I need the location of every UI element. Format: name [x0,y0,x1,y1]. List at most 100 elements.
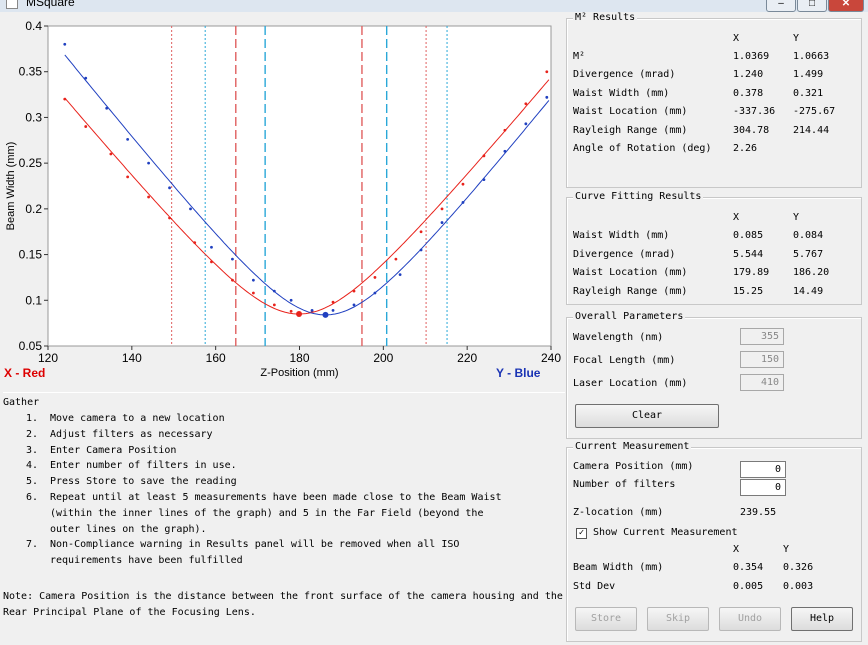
curve-fit-row-label: Divergence (mrad) [573,248,676,260]
instruction-item: 2. Adjust filters as necessary [26,429,213,440]
skip-button[interactable]: Skip [647,607,709,631]
data-point [189,207,192,211]
instruction-text: Press Store to save the reading [50,476,237,488]
camera-position-label: Camera Position (mm) [573,461,694,472]
instruction-number: 2. [26,428,39,440]
laser-location-input[interactable]: 410 [740,374,784,391]
cf-col-x: X [733,212,740,223]
minimize-button[interactable]: – [766,0,796,12]
curve-fit-row-x: 5.544 [733,248,764,260]
y-tick-label: 0.05 [19,339,43,353]
clear-button[interactable]: Clear [575,404,719,428]
plot-area [47,25,552,347]
m2-results-title: M² Results [573,12,638,23]
data-point [193,241,197,245]
m2-results-row-y: 1.0663 [793,51,830,62]
instruction-item: 5. Press Store to save the reading [26,476,237,487]
data-point [168,186,171,190]
x-tick-label: 220 [457,351,477,365]
m2-results-row-label: Rayleigh Range (mm) [573,124,688,136]
x-tick-label: 120 [38,351,58,365]
y-axis-label: Beam Width (mm) [5,142,17,231]
std-dev-label: Std Dev [573,581,616,592]
m2-results-row-y: -275.67 [793,106,836,118]
show-current-checkbox[interactable]: ✓ [576,528,587,539]
data-point [231,278,234,282]
data-point [331,308,335,312]
data-point [545,95,549,99]
y-tick-label: 0.35 [19,65,43,79]
close-button[interactable]: ✕ [828,0,864,12]
data-point [251,291,255,295]
window-title: MSquare [26,0,75,9]
m2-col-x: X [733,33,740,44]
help-button[interactable]: Help [791,607,853,631]
data-point [109,152,113,156]
focal-length-input[interactable]: 150 [740,351,784,368]
data-point [419,230,423,234]
instruction-number: 3. [26,444,39,456]
wavelength-label: Wavelength (nm) [573,332,664,343]
store-button[interactable]: Store [575,607,637,631]
data-point [289,298,293,302]
y-tick-label: 0.3 [25,110,42,124]
instruction-item: requirements have been fulfilled [26,555,243,566]
instruction-text: Non-Compliance warning in Results panel … [50,539,460,551]
beam-width-label: Beam Width (mm) [573,562,664,573]
m2-results-row-x: 1.240 [733,69,764,81]
show-current-label[interactable]: Show Current Measurement [593,527,738,538]
overall-parameters-panel: Overall Parameters Wavelength (nm) 355 F… [566,311,862,439]
data-point [84,76,88,80]
title-bar: MSquare – □ ✕ [0,0,868,12]
curve-fit-row-y: 186.20 [793,267,830,279]
data-point [419,248,423,252]
data-point [84,125,88,128]
y-tick-label: 0.15 [19,248,43,262]
data-point [147,161,151,165]
camera-position-input[interactable]: 0 [740,461,786,478]
m2-results-row-y: 0.321 [793,87,824,99]
instruction-item: (within the inner lines of the graph) an… [26,508,483,519]
instruction-number: 1. [26,413,39,424]
data-point [398,273,402,277]
filters-input[interactable]: 0 [740,479,786,496]
data-point [251,278,255,282]
data-point [503,128,507,132]
data-point [482,178,486,182]
data-point [231,257,234,261]
wavelength-input[interactable]: 355 [740,328,784,345]
note-line-2: Rear Principal Plane of the Focusing Len… [3,607,256,618]
maximize-button[interactable]: □ [797,0,827,12]
std-dev-y: 0.003 [783,581,814,592]
m2-results-row-label: Waist Location (mm) [573,106,688,118]
data-point [272,303,276,307]
instruction-number: 5. [26,476,39,488]
legend-x-red: X - Red [4,366,46,380]
current-measurement-title: Current Measurement [573,441,692,452]
data-point [331,300,335,304]
instruction-number: 4. [26,460,39,472]
waist-marker [296,311,303,317]
instruction-item: 3. Enter Camera Position [26,445,176,456]
data-point [310,308,314,312]
y-tick-label: 0.2 [25,202,42,216]
x-tick-label: 140 [122,351,142,365]
m2-results-row-x: -337.36 [733,106,776,118]
data-point [440,221,444,224]
m2-results-row-y: 1.499 [793,69,824,81]
cf-col-y: Y [793,212,800,223]
x-tick-label: 160 [206,351,226,365]
instruction-item: 4. Enter number of filters in use. [26,460,237,471]
data-point [524,102,528,106]
beam-width-y: 0.326 [783,562,814,573]
curve-fit-row-x: 15.25 [733,286,764,298]
undo-button[interactable]: Undo [719,607,781,631]
note-line-1: Note: Camera Position is the distance be… [3,591,563,602]
overall-parameters-title: Overall Parameters [573,311,686,322]
data-point [461,182,465,186]
data-point [373,291,377,295]
data-point [63,97,67,101]
m2-results-row-label: Waist Width (mm) [573,87,670,99]
data-point [352,289,356,293]
data-point [373,276,377,279]
